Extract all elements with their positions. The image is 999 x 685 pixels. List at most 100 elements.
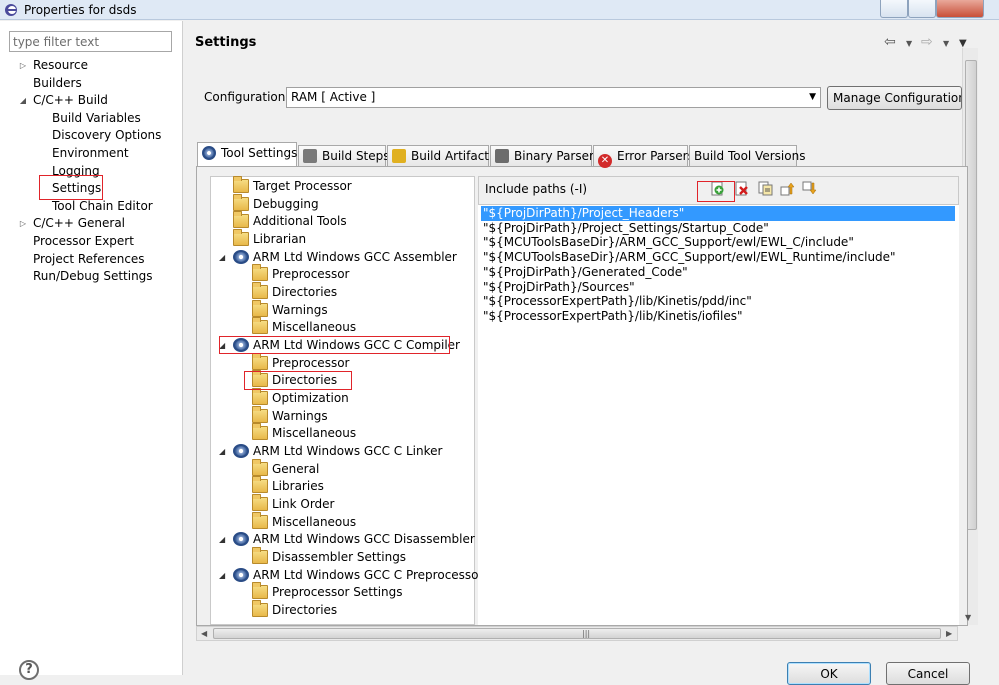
delete-path-icon[interactable] (734, 181, 749, 196)
include-path-item[interactable]: "${ProjDirPath}/Project_Headers" (481, 206, 955, 221)
include-path-item[interactable]: "${ProjDirPath}/Generated_Code" (481, 265, 688, 280)
nav-item-c-c-build[interactable]: ◢ C/C++ Build (0, 92, 183, 109)
tree-item-label: ARM Ltd Windows GCC Disassembler (253, 532, 475, 547)
nav-item-label: Processor Expert (33, 234, 134, 248)
move-up-icon[interactable] (780, 181, 795, 196)
folder-icon (252, 546, 268, 564)
tree-item-label: Disassembler Settings (272, 549, 407, 564)
tree-item-label: Preprocessor (272, 267, 350, 282)
tree-item-label: Librarian (253, 231, 307, 246)
nav-item-label: C/C++ Build (33, 93, 108, 108)
minimize-button[interactable] (880, 0, 908, 18)
tree-item-label: Warnings (272, 408, 328, 423)
expanded-twisty-icon[interactable]: ◢ (219, 567, 225, 584)
nav-item-c-c-general[interactable]: ▷ C/C++ General (0, 215, 183, 232)
nav-item-label: Tool Chain Editor (52, 198, 153, 213)
include-path-item[interactable]: "${MCUToolsBaseDir}/ARM_GCC_Support/ewl/… (481, 250, 896, 265)
directories-highlight-box (244, 371, 352, 390)
include-paths-label: Include paths (-I) (485, 182, 588, 196)
folder-icon (252, 511, 268, 529)
horizontal-scrollbar[interactable]: ◀ ||| ▶ (196, 626, 958, 641)
tab-build-artifact[interactable]: Build Artifact (387, 145, 489, 166)
nav-item-run-debug-settings[interactable]: Run/Debug Settings (0, 268, 183, 285)
nav-item-discovery-options[interactable]: Discovery Options (0, 127, 183, 144)
nav-item-resource[interactable]: ▷ Resource (0, 57, 183, 74)
tree-item-label: Preprocessor (272, 355, 350, 370)
scroll-left-icon[interactable]: ◀ (201, 629, 207, 638)
include-path-item[interactable]: "${ProjDirPath}/Project_Settings/Startup… (481, 221, 769, 236)
ok-button[interactable]: OK (787, 662, 871, 685)
page-title: Settings (195, 35, 257, 50)
tree-item-label: Miscellaneous (272, 514, 357, 529)
nav-item-label: Environment (52, 146, 129, 160)
tab-binary-parsers[interactable]: Binary Parsers (490, 145, 600, 166)
error-icon: ✕ (598, 154, 612, 168)
configuration-select[interactable]: RAM [ Active ] ▼ (286, 87, 821, 108)
expanded-twisty-icon[interactable]: ◢ (219, 531, 225, 548)
c-compiler-highlight-box (219, 336, 450, 354)
move-down-icon[interactable] (802, 181, 817, 196)
gear-icon (202, 146, 216, 160)
folder-icon (252, 299, 268, 317)
folder-icon (252, 281, 268, 299)
expanded-twisty-icon[interactable]: ◢ (18, 92, 28, 109)
scroll-down-icon[interactable]: ▼ (965, 613, 971, 622)
nav-item-environment[interactable]: Environment (0, 145, 183, 162)
folder-icon (252, 423, 268, 441)
maximize-button[interactable] (908, 0, 936, 18)
tree-item-label: General (272, 461, 320, 476)
folder-icon (252, 476, 268, 494)
nav-item-tool-chain-editor[interactable]: Tool Chain Editor (0, 198, 183, 215)
back-menu-chevron-icon[interactable]: ▼ (906, 39, 912, 48)
filter-input[interactable] (9, 31, 172, 52)
nav-item-label: Resource (33, 58, 89, 72)
collapsed-twisty-icon[interactable]: ▷ (18, 57, 28, 74)
tab-build-tool-versions[interactable]: Build Tool Versions (689, 145, 805, 166)
folder-icon (252, 317, 268, 335)
folder-icon (252, 387, 268, 405)
include-path-item[interactable]: "${ProcessorExpertPath}/lib/Kinetis/iofi… (481, 309, 743, 324)
tab-error-parsers[interactable]: ✕ Error Parsers (593, 145, 694, 168)
nav-item-builders[interactable]: Builders (0, 75, 183, 92)
folder-icon (252, 582, 268, 600)
binary-icon (495, 149, 509, 163)
nav-item-processor-expert[interactable]: Processor Expert (0, 233, 183, 250)
tool-gear-icon (233, 443, 249, 458)
folder-icon (233, 176, 249, 193)
collapsed-twisty-icon[interactable]: ▷ (18, 215, 28, 232)
tab-build-steps[interactable]: Build Steps (298, 145, 390, 166)
folder-icon (233, 193, 249, 211)
nav-item-label: Discovery Options (52, 128, 162, 143)
eclipse-app-icon (5, 4, 17, 16)
nav-item-build-variables[interactable]: Build Variables (0, 110, 183, 127)
include-path-item[interactable]: "${ProjDirPath}/Sources" (481, 280, 635, 295)
nav-item-project-references[interactable]: Project References (0, 251, 183, 268)
manage-configurations-button[interactable]: Manage Configurations... (827, 86, 962, 110)
expanded-twisty-icon[interactable]: ◢ (219, 249, 225, 266)
scroll-right-icon[interactable]: ▶ (946, 629, 952, 638)
tab-tool-settings[interactable]: Tool Settings (197, 142, 297, 166)
help-icon[interactable]: ? (19, 660, 39, 680)
include-path-item[interactable]: "${MCUToolsBaseDir}/ARM_GCC_Support/ewl/… (481, 235, 854, 250)
back-arrow-icon[interactable]: ⇦ (884, 34, 896, 50)
forward-menu-chevron-icon[interactable]: ▼ (943, 39, 949, 48)
edit-path-icon[interactable] (758, 181, 773, 196)
tree-item-label: Directories (272, 284, 338, 299)
property-nav-pane: ▷ Resource Builders ◢ C/C++ Build Build Varia… (0, 21, 183, 675)
tree-item-label: ARM Ltd Windows GCC C Linker (253, 443, 443, 458)
nav-item-label: Build Variables (52, 110, 141, 125)
tree-item-label: Warnings (272, 302, 328, 317)
tree-item-label: ARM Ltd Windows GCC C Preprocessor (253, 567, 484, 582)
close-button[interactable] (936, 0, 984, 18)
include-path-item[interactable]: "${ProcessorExpertPath}/lib/Kinetis/pdd/… (481, 294, 752, 309)
nav-item-label: C/C++ General (33, 216, 126, 231)
add-path-highlight-box (697, 181, 735, 202)
folder-icon (252, 493, 268, 511)
nav-item-label: Builders (33, 75, 82, 90)
folder-icon (233, 228, 249, 246)
trophy-icon (392, 149, 406, 163)
expanded-twisty-icon[interactable]: ◢ (219, 443, 225, 460)
window-title: Properties for dsds (24, 3, 137, 17)
cancel-button[interactable]: Cancel (886, 662, 970, 685)
tool-gear-icon (233, 249, 249, 264)
